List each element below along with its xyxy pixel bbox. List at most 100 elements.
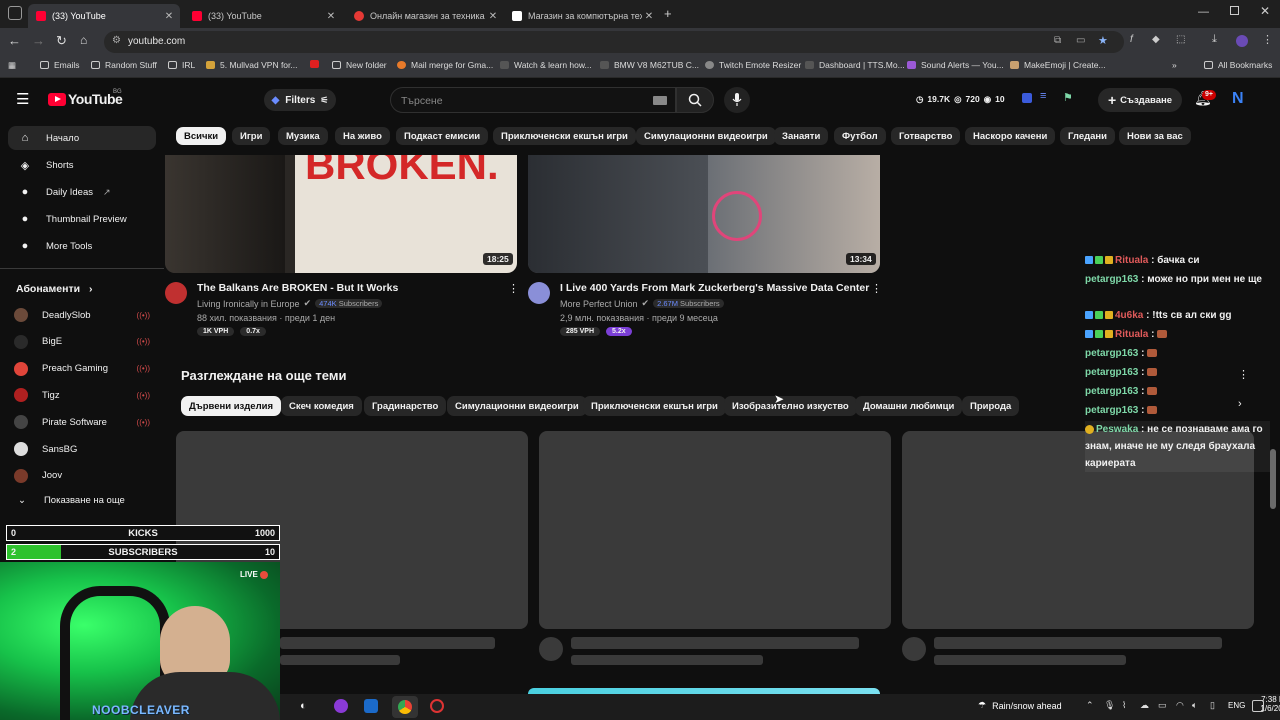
bookmark-item[interactable]: Dashboard | TTS.Mo... bbox=[805, 60, 905, 70]
explore-chip[interactable]: Дървени изделия bbox=[181, 396, 282, 416]
search-button[interactable] bbox=[676, 87, 714, 113]
video-title[interactable]: The Balkans Are BROKEN - But It Works bbox=[197, 282, 398, 294]
tab-search-icon[interactable] bbox=[8, 6, 22, 20]
more-options-icon[interactable]: ⋮ bbox=[508, 282, 519, 295]
cloud-icon[interactable]: ☁ bbox=[1140, 700, 1149, 711]
chip-category[interactable]: Готварство bbox=[891, 127, 961, 145]
chart-icon[interactable]: ⚑ bbox=[1063, 91, 1073, 104]
sidebar-item-more-tools[interactable]: ● More Tools bbox=[8, 234, 156, 258]
sidebar-subscription-item[interactable]: Joov bbox=[14, 465, 150, 487]
browser-tab[interactable]: Онлайн магазин за техника - / ✕ bbox=[346, 4, 504, 28]
reload-icon[interactable]: ↻ bbox=[56, 33, 67, 49]
chip-category[interactable]: Симулационни видеоигри bbox=[636, 127, 776, 145]
channel-name[interactable]: More Perfect Union bbox=[560, 299, 638, 309]
chat-more-icon[interactable]: ⋮ bbox=[1238, 368, 1249, 381]
chat-username[interactable]: petargp163 bbox=[1085, 405, 1138, 416]
notification-center-icon[interactable] bbox=[1252, 700, 1264, 712]
translate-icon[interactable]: ⧉ bbox=[1054, 35, 1061, 46]
explore-chip[interactable]: Природа bbox=[962, 396, 1020, 416]
bookmark-item[interactable]: Emails bbox=[40, 60, 80, 70]
more-options-icon[interactable]: ⋮ bbox=[871, 282, 882, 295]
close-icon[interactable]: ✕ bbox=[162, 11, 176, 22]
home-browser-icon[interactable]: ⌂ bbox=[80, 33, 87, 47]
puzzle-icon[interactable]: ⬚ bbox=[1176, 34, 1185, 45]
sidebar-item-shorts[interactable]: ◈ Shorts bbox=[8, 153, 156, 177]
bookmark-item[interactable]: Twitch Emote Resizer bbox=[705, 60, 801, 70]
chip-category[interactable]: Футбол bbox=[834, 127, 886, 145]
channel-avatar[interactable] bbox=[165, 282, 187, 304]
app-icon[interactable] bbox=[334, 699, 348, 713]
battery-icon[interactable]: ▯ bbox=[1210, 700, 1215, 711]
keyboard-icon[interactable] bbox=[653, 96, 667, 105]
volume-icon[interactable]: 🔈︎ bbox=[1192, 700, 1197, 711]
forward-icon[interactable]: → bbox=[32, 33, 45, 48]
explore-chip[interactable]: Изобразително изкуство bbox=[724, 396, 857, 416]
chat-username[interactable]: Peswaka bbox=[1096, 424, 1138, 435]
minimize-icon[interactable]: — bbox=[1198, 6, 1209, 18]
bookmark-item[interactable] bbox=[310, 60, 324, 68]
sidebar-item-daily-ideas[interactable]: ● Daily Ideas ↗ bbox=[8, 180, 156, 204]
font-icon[interactable]: f bbox=[1130, 34, 1133, 45]
sidebar-subscription-item[interactable]: Pirate Software ((•)) bbox=[14, 411, 150, 433]
steam-icon[interactable] bbox=[364, 699, 378, 713]
display-icon[interactable]: ▭ bbox=[1158, 700, 1167, 711]
menu-dots-icon[interactable]: ⋮ bbox=[1262, 33, 1273, 46]
close-icon[interactable]: ✕ bbox=[642, 11, 656, 22]
chat-username[interactable]: Rituala bbox=[1115, 329, 1148, 340]
window-close-icon[interactable]: ✕ bbox=[1260, 4, 1270, 18]
bookmark-item[interactable]: IRL bbox=[168, 60, 195, 70]
chip-category[interactable]: Музика bbox=[278, 127, 328, 145]
youtube-logo-icon[interactable] bbox=[48, 93, 66, 106]
obs-icon[interactable] bbox=[430, 699, 444, 713]
search-input[interactable]: Търсене bbox=[390, 87, 676, 113]
video-thumbnail[interactable]: 13:34 bbox=[528, 155, 880, 273]
close-icon[interactable]: ✕ bbox=[486, 11, 500, 22]
bookmark-star-icon[interactable]: ★ bbox=[1098, 34, 1108, 47]
sidebar-subscription-item[interactable]: DeadlySlob ((•)) bbox=[14, 304, 150, 326]
maximize-icon[interactable] bbox=[1230, 6, 1239, 15]
microphone-tray-icon[interactable]: 🎙︎ bbox=[1104, 700, 1115, 711]
page-scrollbar[interactable] bbox=[1270, 449, 1276, 509]
address-bar[interactable]: ⚙ youtube.com ⧉ ▭ ★ bbox=[104, 31, 1124, 53]
chip-category[interactable]: На живо bbox=[335, 127, 390, 145]
create-button[interactable]: + Създаване bbox=[1098, 88, 1182, 112]
sidebar-subscription-item[interactable]: BigE ((•)) bbox=[14, 331, 150, 353]
channel-name[interactable]: Living Ironically in Europe bbox=[197, 299, 300, 309]
explore-chip[interactable]: Симулационни видеоигри bbox=[447, 396, 587, 416]
app-icon[interactable]: ◐ bbox=[300, 700, 307, 712]
bookmark-item[interactable]: Sound Alerts — You... bbox=[907, 60, 1004, 70]
chat-username[interactable]: Rituala bbox=[1115, 255, 1148, 266]
list-icon[interactable]: ≡ bbox=[1040, 90, 1046, 102]
chat-username[interactable]: petargp163 bbox=[1085, 367, 1138, 378]
extension-badge-icon[interactable] bbox=[1022, 93, 1032, 103]
profile-avatar[interactable] bbox=[1236, 35, 1248, 47]
account-avatar[interactable]: N bbox=[1232, 90, 1244, 108]
apps-icon[interactable]: ▦ bbox=[8, 60, 16, 71]
bookmark-item[interactable]: Watch & learn how... bbox=[500, 60, 592, 70]
new-tab-icon[interactable]: + bbox=[664, 6, 672, 21]
explore-chip[interactable]: Приключенски екшън игри bbox=[583, 396, 726, 416]
chip-category[interactable]: Приключенски екшън игри bbox=[493, 127, 636, 145]
tray-overflow-icon[interactable]: ⌃ bbox=[1086, 700, 1094, 711]
explore-chip[interactable]: Домашни любимци bbox=[855, 396, 963, 416]
chat-next-icon[interactable]: › bbox=[1238, 398, 1242, 410]
browser-tab[interactable]: Магазин за компютърна техн... ✕ bbox=[504, 4, 660, 28]
chrome-taskbar-button[interactable] bbox=[392, 696, 418, 718]
sidebar-item-thumbnail-preview[interactable]: ● Thumbnail Preview bbox=[8, 207, 156, 231]
hamburger-menu-icon[interactable]: ☰ bbox=[16, 90, 29, 108]
browser-tab[interactable]: (33) YouTube ✕ bbox=[184, 4, 342, 28]
close-icon[interactable]: ✕ bbox=[324, 11, 338, 22]
chip-category[interactable]: Всички bbox=[176, 127, 227, 145]
wifi-icon[interactable]: ◠ bbox=[1176, 700, 1184, 711]
voice-search-button[interactable] bbox=[724, 87, 750, 113]
explore-chip[interactable]: Градинарство bbox=[364, 396, 447, 416]
bookmark-item[interactable]: BMW V8 M62TUB C... bbox=[600, 60, 699, 70]
back-icon[interactable]: ← bbox=[8, 33, 21, 48]
bookmark-item[interactable]: Random Stuff bbox=[91, 60, 157, 70]
sidebar-subscription-item[interactable]: Tigz ((•)) bbox=[14, 384, 150, 406]
filters-button[interactable]: ◆ Filters ⚟ bbox=[264, 89, 336, 111]
explore-chip[interactable]: Скеч комедия bbox=[281, 396, 362, 416]
bookmarks-overflow-icon[interactable]: » bbox=[1172, 60, 1177, 70]
chat-username[interactable]: petargp163 bbox=[1085, 274, 1138, 285]
video-title[interactable]: I Live 400 Yards From Mark Zuckerberg's … bbox=[560, 282, 869, 294]
